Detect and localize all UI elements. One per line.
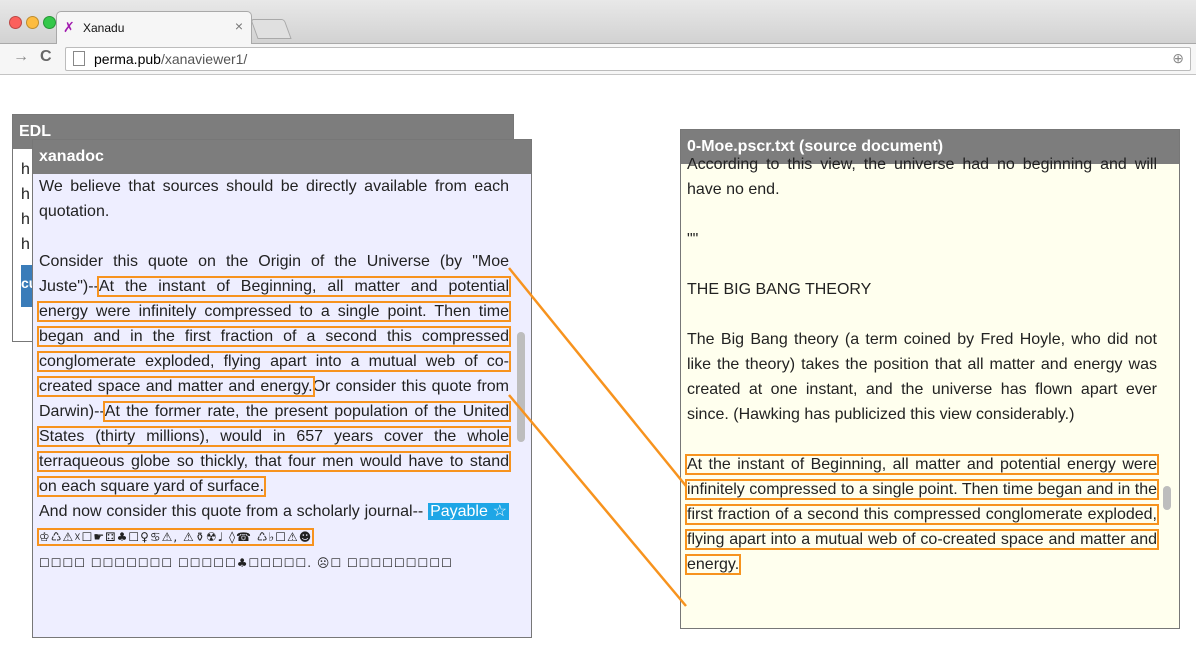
reload-icon[interactable]: C — [40, 48, 52, 66]
source-paragraph: The Big Bang theory (a term coined by Fr… — [687, 331, 1157, 423]
tab-close-icon[interactable]: × — [235, 18, 243, 34]
xanadu-favicon-icon: ✗ — [63, 19, 75, 35]
edl-line: h — [21, 161, 30, 178]
edl-list: h h h h — [21, 161, 30, 261]
source-heading: THE BIG BANG THEORY — [687, 281, 872, 298]
close-window-button[interactable] — [9, 16, 22, 29]
new-tab-button[interactable] — [250, 19, 292, 39]
url-text: perma.pub/xanaviewer1/ — [94, 51, 247, 67]
journal-paragraph: And now consider this quote from a schol… — [36, 499, 510, 576]
xanadoc-header[interactable]: xanadoc — [33, 140, 531, 174]
encrypted-quote-text[interactable]: ♔♺⚠☓☐☛⚃♣☐♀♋⚠, ⚠⚱☢♩ ◊☎ ♺♭☐⚠☻ — [36, 528, 315, 546]
source-quote-paragraph: At the instant of Beginning, all matter … — [685, 452, 1159, 577]
xanadoc-scroll-thumb[interactable] — [517, 332, 525, 442]
source-panel: 0-Moe.pscr.txt (source document) Accordi… — [680, 129, 1180, 629]
payable-button[interactable]: Payable ☆ — [428, 503, 510, 520]
connector-bottom-line — [508, 394, 687, 607]
address-bar[interactable]: perma.pub/xanaviewer1/ ⊕ — [65, 47, 1191, 71]
url-host: perma.pub — [94, 51, 161, 67]
encrypted-text-line: ☐☐☐☐ ☐☐☐☐☐☐☐ ☐☐☐☐☐♣☐☐☐☐☐. ☹☐ ☐☐☐☐☐☐☐☐☐ — [39, 556, 453, 570]
source-scroll-thumb[interactable] — [1163, 486, 1171, 510]
xanadoc-panel: xanadoc We believe that sources should b… — [32, 139, 532, 638]
quote-paragraph: Consider this quote on the Origin of the… — [37, 249, 511, 499]
edl-line: h — [21, 236, 30, 253]
source-quotes-line: "" — [687, 231, 699, 248]
source-content: According to this view, the universe had… — [685, 152, 1159, 577]
connector-top-line — [508, 267, 687, 487]
source-scrollbar[interactable] — [1163, 172, 1171, 622]
maximize-window-button[interactable] — [43, 16, 56, 29]
browser-tab[interactable]: ✗ Xanadu × — [56, 11, 252, 44]
zoom-icon[interactable]: ⊕ — [1172, 50, 1184, 67]
page-icon — [73, 51, 85, 66]
minimize-window-button[interactable] — [26, 16, 39, 29]
browser-toolbar: → C perma.pub/xanaviewer1/ ⊕ — [0, 44, 1196, 75]
journal-intro-text: And now consider this quote from a schol… — [39, 503, 424, 520]
source-transclusion-quote[interactable]: At the instant of Beginning, all matter … — [685, 454, 1159, 575]
edl-line: h — [21, 186, 30, 203]
xanadoc-content: We believe that sources should be direct… — [36, 174, 511, 576]
tab-title: Xanadu — [83, 21, 125, 35]
edl-line: h — [21, 211, 30, 228]
url-path: /xanaviewer1/ — [160, 51, 248, 67]
browser-titlebar: ✗ Xanadu × — [0, 0, 1196, 44]
source-paragraph: According to this view, the universe had… — [687, 156, 1157, 198]
intro-paragraph: We believe that sources should be direct… — [39, 178, 509, 220]
forward-arrow-icon[interactable]: → — [13, 48, 29, 66]
transclusion-quote-darwin[interactable]: At the former rate, the present populati… — [37, 401, 511, 497]
window-controls — [9, 16, 60, 34]
xanadoc-scrollbar[interactable] — [517, 182, 525, 631]
